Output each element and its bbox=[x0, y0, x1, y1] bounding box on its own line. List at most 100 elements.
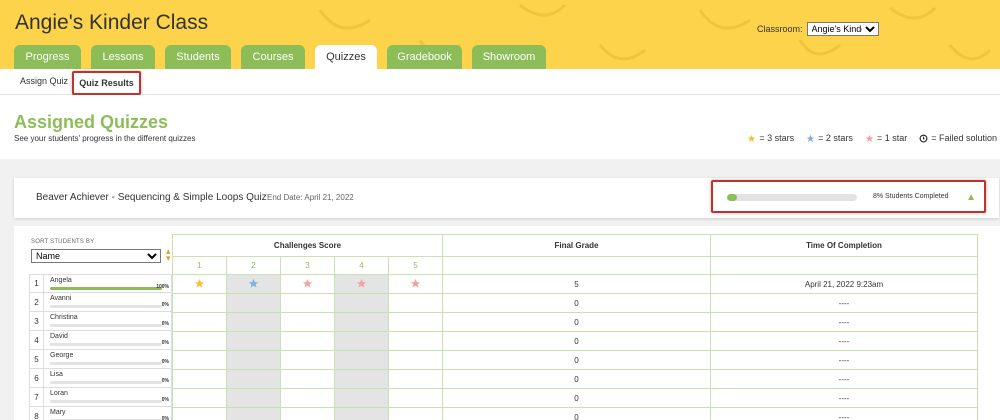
student-row[interactable]: 5 George 0% bbox=[29, 350, 172, 369]
challenge-score-cell bbox=[280, 407, 335, 420]
student-row[interactable]: 6 Lisa 0% bbox=[29, 369, 172, 388]
challenge-number: 3 bbox=[280, 256, 335, 275]
legend-one-star-label: = 1 star bbox=[876, 133, 908, 143]
blue-star-icon bbox=[806, 134, 815, 142]
challenge-score-cell bbox=[388, 331, 443, 351]
sort-direction-icon[interactable]: ▴ ▾ bbox=[166, 247, 171, 263]
subnav-quiz-results[interactable]: Quiz Results bbox=[72, 71, 141, 95]
student-index: 7 bbox=[30, 388, 44, 406]
time-cell: ---- bbox=[710, 331, 978, 351]
table-header-row: Challenges Score Final Grade Time Of Com… bbox=[172, 234, 978, 257]
final-grade-subheader bbox=[442, 256, 711, 275]
student-name: Christina bbox=[50, 314, 78, 321]
student-percent: 0% bbox=[161, 321, 169, 327]
final-grade-cell: 0 bbox=[442, 350, 711, 370]
student-percent: 0% bbox=[161, 378, 169, 384]
student-progress-bar bbox=[50, 287, 162, 290]
challenge-score-cell bbox=[172, 350, 227, 370]
quiz-subnav: Assign Quiz Quiz Results bbox=[0, 69, 1000, 95]
classroom-picker: Classroom: Angie's Kinde... bbox=[757, 22, 879, 36]
tab-students[interactable]: Students bbox=[165, 45, 231, 69]
challenge-score-cell bbox=[280, 369, 335, 389]
page-subtitle: See your students' progress in the diffe… bbox=[14, 134, 196, 143]
table-row: 0 ---- bbox=[172, 369, 978, 389]
student-index: 1 bbox=[30, 275, 44, 292]
challenge-score-cell bbox=[226, 293, 281, 313]
challenge-score-cell bbox=[280, 312, 335, 332]
final-grade-header: Final Grade bbox=[442, 234, 711, 257]
sort-label: SORT STUDENTS BY bbox=[31, 239, 95, 245]
tab-showroom[interactable]: Showroom bbox=[472, 45, 546, 69]
student-row[interactable]: 2 Avanni 0% bbox=[29, 293, 172, 312]
student-progress-bar bbox=[50, 343, 162, 346]
challenge-score-cell bbox=[226, 312, 281, 332]
student-row[interactable]: 4 David 0% bbox=[29, 331, 172, 350]
quiz-name: Beaver Achiever - Sequencing & Simple Lo… bbox=[36, 192, 267, 203]
challenge-score-cell bbox=[280, 274, 335, 294]
table-row: 0 ---- bbox=[172, 312, 978, 332]
student-list: 1 Angela 100% 2 Avanni 0% 3 Christina 0% 4 David 0%… bbox=[29, 274, 172, 420]
student-body: George 0% bbox=[44, 350, 171, 368]
challenge-score-cell bbox=[334, 350, 389, 370]
challenge-score-cell bbox=[172, 331, 227, 351]
challenge-number: 5 bbox=[388, 256, 443, 275]
time-cell: ---- bbox=[710, 312, 978, 332]
final-grade-cell: 5 bbox=[442, 274, 711, 294]
challenge-score-cell bbox=[388, 388, 443, 408]
tab-quizzes[interactable]: Quizzes bbox=[315, 45, 377, 69]
legend-failed: = Failed solution bbox=[919, 133, 997, 143]
pink-star-icon bbox=[410, 278, 421, 288]
student-percent: 0% bbox=[161, 416, 169, 420]
challenge-score-cell bbox=[334, 407, 389, 420]
blue-star-icon bbox=[248, 278, 259, 288]
quiz-progress-fill bbox=[727, 194, 738, 201]
challenge-score-cell bbox=[226, 350, 281, 370]
challenge-score-cell bbox=[226, 369, 281, 389]
student-name: Loran bbox=[50, 390, 68, 397]
gold-star-icon bbox=[748, 134, 756, 142]
pink-star-icon bbox=[865, 134, 874, 142]
tab-courses[interactable]: Courses bbox=[241, 45, 305, 69]
student-body: Loran 0% bbox=[44, 388, 171, 406]
tab-gradebook[interactable]: Gradebook bbox=[387, 45, 462, 69]
chevron-up-icon[interactable]: ▲ bbox=[966, 192, 976, 203]
student-row[interactable]: 7 Loran 0% bbox=[29, 388, 172, 407]
heading-panel: Assigned Quizzes See your students' prog… bbox=[0, 95, 1000, 159]
quiz-card[interactable]: Beaver Achiever - Sequencing & Simple Lo… bbox=[14, 178, 999, 218]
student-body: Christina 0% bbox=[44, 312, 171, 330]
challenge-number-row: 12345 bbox=[172, 256, 978, 275]
student-percent: 0% bbox=[161, 359, 169, 365]
student-progress-bar bbox=[50, 381, 162, 384]
challenge-score-cell bbox=[280, 331, 335, 351]
tab-lessons[interactable]: Lessons bbox=[91, 45, 155, 69]
table-row: 0 ---- bbox=[172, 350, 978, 370]
final-grade-cell: 0 bbox=[442, 369, 711, 389]
challenge-score-cell bbox=[334, 312, 389, 332]
table-row: 0 ---- bbox=[172, 293, 978, 313]
challenge-score-cell bbox=[280, 293, 335, 313]
table-row: 0 ---- bbox=[172, 331, 978, 351]
quiz-progress[interactable]: 8% Students Completed ▲ bbox=[711, 180, 986, 213]
challenge-number: 1 bbox=[172, 256, 227, 275]
challenge-number: 2 bbox=[226, 256, 281, 275]
challenge-score-cell bbox=[280, 388, 335, 408]
quiz-progress-text: 8% Students Completed bbox=[873, 193, 949, 200]
classroom-select[interactable]: Angie's Kinde... bbox=[806, 22, 879, 36]
challenge-score-cell bbox=[280, 350, 335, 370]
results-table: Challenges Score Final Grade Time Of Com… bbox=[172, 234, 978, 420]
sort-select[interactable]: Name bbox=[31, 249, 161, 263]
student-body: Angela 100% bbox=[44, 275, 171, 292]
time-cell: ---- bbox=[710, 407, 978, 420]
subnav-assign-quiz[interactable]: Assign Quiz bbox=[20, 76, 68, 86]
student-row[interactable]: 3 Christina 0% bbox=[29, 312, 172, 331]
student-percent: 0% bbox=[161, 340, 169, 346]
student-progress-bar bbox=[50, 324, 162, 327]
student-row[interactable]: 8 Mary 0% bbox=[29, 407, 172, 420]
tab-progress[interactable]: Progress bbox=[14, 45, 81, 69]
student-progress-bar bbox=[50, 362, 162, 365]
student-row[interactable]: 1 Angela 100% bbox=[29, 274, 172, 293]
quiz-end-date: End Date: April 21, 2022 bbox=[267, 193, 354, 202]
time-cell: April 21, 2022 9:23am bbox=[710, 274, 978, 294]
challenge-score-cell bbox=[334, 331, 389, 351]
classroom-label: Classroom: bbox=[757, 24, 803, 34]
